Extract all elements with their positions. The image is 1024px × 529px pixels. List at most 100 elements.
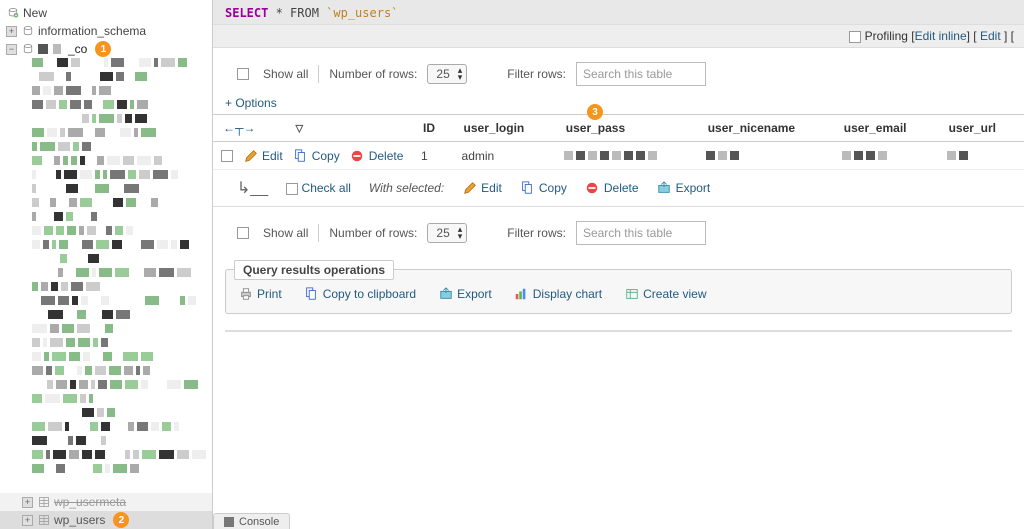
query-actions-bar: Profiling [Edit inline] [ Edit ] [ xyxy=(213,25,1024,48)
col-user-email[interactable]: user_email xyxy=(834,115,939,142)
ops-legend: Query results operations xyxy=(234,260,394,280)
pager-top: Show all Number of rows: 25 ▴▾ Filter ro… xyxy=(213,48,1024,96)
export-icon xyxy=(657,181,672,196)
main-panel: SELECT * FROM `wp_users` Profiling [Edit… xyxy=(213,0,1024,529)
filter-rows-label: Filter rows: xyxy=(507,67,566,81)
query-results-operations: Query results operations Print Copy to c… xyxy=(225,269,1012,314)
tree-wp-users[interactable]: + wp_users 2 xyxy=(0,511,212,529)
row-checkbox[interactable] xyxy=(221,150,233,162)
row-edit-link[interactable]: Edit xyxy=(243,148,283,163)
table-icon xyxy=(37,514,50,527)
console-icon xyxy=(224,517,234,527)
col-user-nicename[interactable]: user_nicename xyxy=(698,115,834,142)
num-rows-label-b: Number of rows: xyxy=(329,226,417,240)
table-row: Edit Copy Delete 1 admin xyxy=(213,142,1024,170)
sql-mid: * FROM xyxy=(268,6,326,20)
tree-info-schema-label: information_schema xyxy=(38,24,146,38)
num-rows-label: Number of rows: xyxy=(329,67,417,81)
show-all-label-b: Show all xyxy=(263,226,308,240)
profiling-checkbox[interactable] xyxy=(849,31,861,43)
pencil-icon xyxy=(243,148,258,163)
cell-user-pass xyxy=(556,142,698,170)
num-rows-select[interactable]: 25 ▴▾ xyxy=(427,64,467,84)
new-db-icon xyxy=(6,7,19,20)
print-icon xyxy=(238,286,253,301)
edit-inline-link[interactable]: Edit inline xyxy=(915,29,967,43)
ws-edit[interactable]: Edit xyxy=(462,181,502,196)
db-icon xyxy=(21,25,34,38)
op-print[interactable]: Print xyxy=(238,286,282,301)
collapse-icon[interactable]: − xyxy=(6,44,17,55)
cell-user-login: admin xyxy=(454,142,556,170)
col-user-login[interactable]: user_login xyxy=(454,115,556,142)
cell-user-email xyxy=(834,142,939,170)
select-arrow-icon: ↳__ xyxy=(237,178,268,198)
tree-wp-usermeta[interactable]: + wp_usermeta xyxy=(0,493,212,511)
sidebar: New + information_schema − _co 1 + wp_us… xyxy=(0,0,213,529)
table-icon xyxy=(37,496,50,509)
filter-rows-label-b: Filter rows: xyxy=(507,226,566,240)
show-all-label: Show all xyxy=(263,67,308,81)
callout-badge-1: 1 xyxy=(95,41,111,57)
col-user-pass[interactable]: user_pass xyxy=(556,115,698,142)
op-export[interactable]: Export xyxy=(438,286,492,301)
col-id[interactable]: ID xyxy=(413,115,454,142)
copy-icon xyxy=(293,148,308,163)
sql-select: SELECT xyxy=(225,6,268,20)
op-copy-clipboard[interactable]: Copy to clipboard xyxy=(304,286,416,301)
select-updown-icon: ▴▾ xyxy=(458,67,463,81)
ws-export[interactable]: Export xyxy=(657,181,711,196)
cell-user-nicename xyxy=(698,142,834,170)
expand-icon[interactable]: + xyxy=(22,497,33,508)
check-all-link[interactable]: Check all xyxy=(302,181,351,195)
expand-icon[interactable]: + xyxy=(6,26,17,37)
pager-bottom: Show all Number of rows: 25 ▴▾ Filter ro… xyxy=(213,207,1024,255)
delete-icon xyxy=(585,181,600,196)
results-table: ←┬→ ▽ ID user_login user_pass user_nicen… xyxy=(213,114,1024,170)
filter-rows-input-b[interactable] xyxy=(576,221,706,245)
edit-link[interactable]: Edit xyxy=(980,29,1001,43)
expand-icon[interactable]: + xyxy=(22,515,33,526)
console-tab[interactable]: Console xyxy=(213,513,290,529)
ws-copy[interactable]: Copy xyxy=(520,181,567,196)
export-icon xyxy=(438,286,453,301)
cell-id: 1 xyxy=(413,142,454,170)
tree-wp-users-label: wp_users xyxy=(54,513,105,527)
op-display-chart[interactable]: Display chart xyxy=(514,286,602,301)
with-selected-bar: ↳__ Check all With selected: Edit Copy D… xyxy=(213,170,1024,207)
view-icon xyxy=(624,286,639,301)
callout-badge-2: 2 xyxy=(113,512,129,528)
copy-icon xyxy=(304,286,319,301)
col-user-url[interactable]: user_url xyxy=(939,115,1024,142)
row-delete-link[interactable]: Delete xyxy=(350,148,404,163)
tree-tables-blurred xyxy=(0,58,212,509)
op-create-view[interactable]: Create view xyxy=(624,286,706,301)
show-all-checkbox-b[interactable] xyxy=(237,227,249,239)
callout-badge-3: 3 xyxy=(587,104,603,120)
sql-table: `wp_users` xyxy=(326,6,398,20)
copy-icon xyxy=(520,181,535,196)
tree-current-db[interactable]: − _co 1 xyxy=(6,40,210,58)
check-all-checkbox[interactable] xyxy=(286,183,298,195)
db-icon xyxy=(21,43,34,56)
tree-information-schema[interactable]: + information_schema xyxy=(6,22,210,40)
chart-icon xyxy=(514,286,529,301)
nav-arrows-icon[interactable]: ←┬→ xyxy=(223,121,256,135)
sql-query: SELECT * FROM `wp_users` xyxy=(213,0,1024,25)
tree-new-label: New xyxy=(23,6,47,20)
sort-desc-icon[interactable]: ▽ xyxy=(296,123,304,134)
options-toggle[interactable]: + Options xyxy=(213,96,1024,114)
filter-rows-input[interactable] xyxy=(576,62,706,86)
tree-new[interactable]: New xyxy=(6,4,210,22)
tree-db-label: _co xyxy=(68,42,87,56)
tree-wp-usermeta-label: wp_usermeta xyxy=(54,495,126,509)
show-all-checkbox[interactable] xyxy=(237,68,249,80)
cell-user-url xyxy=(939,142,1024,170)
num-rows-select-b[interactable]: 25 ▴▾ xyxy=(427,223,467,243)
ws-delete[interactable]: Delete xyxy=(585,181,639,196)
profiling-label: Profiling xyxy=(865,29,908,43)
row-copy-link[interactable]: Copy xyxy=(293,148,340,163)
with-selected-label: With selected: xyxy=(369,181,444,195)
num-rows-value: 25 xyxy=(436,67,449,81)
pencil-icon xyxy=(462,181,477,196)
